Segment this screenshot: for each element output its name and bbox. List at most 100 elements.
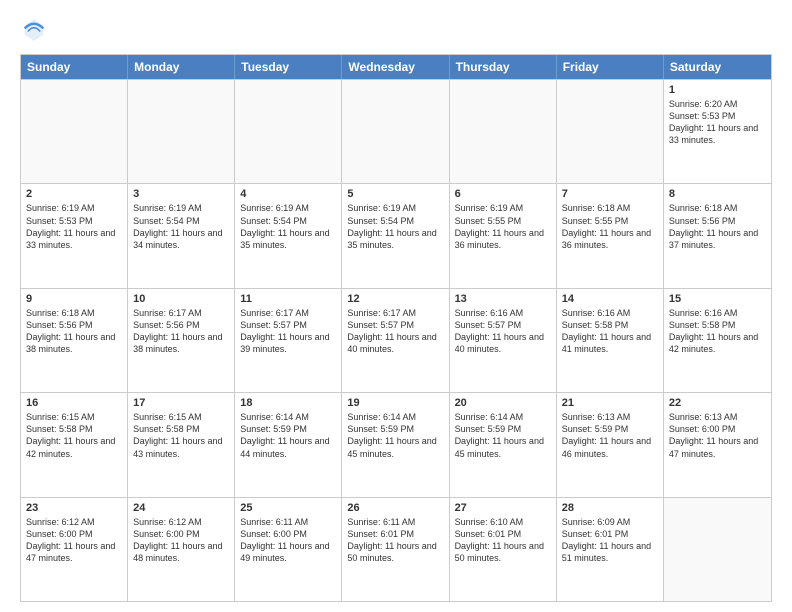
page-header [20, 16, 772, 44]
calendar-cell: 25 Sunrise: 6:11 AM Sunset: 6:00 PM Dayli… [235, 498, 342, 601]
calendar-cell: 20 Sunrise: 6:14 AM Sunset: 5:59 PM Dayli… [450, 393, 557, 496]
calendar-cell: 1 Sunrise: 6:20 AM Sunset: 5:53 PM Daylig… [664, 80, 771, 183]
weekday-header: Wednesday [342, 55, 449, 79]
day-info: Sunrise: 6:19 AM Sunset: 5:54 PM Dayligh… [347, 202, 443, 251]
day-info: Sunrise: 6:12 AM Sunset: 6:00 PM Dayligh… [26, 516, 122, 565]
day-number: 7 [562, 188, 658, 200]
day-number: 8 [669, 188, 766, 200]
weekday-header: Friday [557, 55, 664, 79]
day-info: Sunrise: 6:14 AM Sunset: 5:59 PM Dayligh… [455, 411, 551, 460]
day-info: Sunrise: 6:14 AM Sunset: 5:59 PM Dayligh… [240, 411, 336, 460]
calendar: SundayMondayTuesdayWednesdayThursdayFrid… [20, 54, 772, 602]
day-number: 19 [347, 397, 443, 409]
day-number: 26 [347, 502, 443, 514]
calendar-cell [128, 80, 235, 183]
day-number: 13 [455, 293, 551, 305]
logo-icon [20, 16, 48, 44]
calendar-cell: 10Sunrise: 6:17 AM Sunset: 5:56 PM Dayli… [128, 289, 235, 392]
calendar-cell: 21 Sunrise: 6:13 AM Sunset: 5:59 PM Dayli… [557, 393, 664, 496]
calendar-row: 2 Sunrise: 6:19 AM Sunset: 5:53 PM Daylig… [21, 183, 771, 287]
day-number: 1 [669, 84, 766, 96]
day-number: 22 [669, 397, 766, 409]
day-number: 14 [562, 293, 658, 305]
calendar-cell [21, 80, 128, 183]
day-info: Sunrise: 6:18 AM Sunset: 5:56 PM Dayligh… [26, 307, 122, 356]
calendar-cell: 12 Sunrise: 6:17 AM Sunset: 5:57 PM Dayli… [342, 289, 449, 392]
day-number: 21 [562, 397, 658, 409]
calendar-cell: 19 Sunrise: 6:14 AM Sunset: 5:59 PM Dayli… [342, 393, 449, 496]
day-number: 12 [347, 293, 443, 305]
day-info: Sunrise: 6:16 AM Sunset: 5:58 PM Dayligh… [669, 307, 766, 356]
day-number: 5 [347, 188, 443, 200]
calendar-cell: 8 Sunrise: 6:18 AM Sunset: 5:56 PM Daylig… [664, 184, 771, 287]
calendar-cell: 23Sunrise: 6:12 AM Sunset: 6:00 PM Dayli… [21, 498, 128, 601]
day-number: 18 [240, 397, 336, 409]
day-number: 25 [240, 502, 336, 514]
day-info: Sunrise: 6:16 AM Sunset: 5:57 PM Dayligh… [455, 307, 551, 356]
day-info: Sunrise: 6:18 AM Sunset: 5:55 PM Dayligh… [562, 202, 658, 251]
day-number: 4 [240, 188, 336, 200]
calendar-row: 16 Sunrise: 6:15 AM Sunset: 5:58 PM Dayli… [21, 392, 771, 496]
day-info: Sunrise: 6:11 AM Sunset: 6:00 PM Dayligh… [240, 516, 336, 565]
calendar-cell: 22 Sunrise: 6:13 AM Sunset: 6:00 PM Dayli… [664, 393, 771, 496]
day-number: 9 [26, 293, 122, 305]
calendar-cell: 9 Sunrise: 6:18 AM Sunset: 5:56 PM Daylig… [21, 289, 128, 392]
calendar-cell [342, 80, 449, 183]
calendar-cell: 16 Sunrise: 6:15 AM Sunset: 5:58 PM Dayli… [21, 393, 128, 496]
calendar-cell: 24 Sunrise: 6:12 AM Sunset: 6:00 PM Dayli… [128, 498, 235, 601]
weekday-header: Thursday [450, 55, 557, 79]
calendar-cell [664, 498, 771, 601]
calendar-body: 1 Sunrise: 6:20 AM Sunset: 5:53 PM Daylig… [21, 79, 771, 601]
day-info: Sunrise: 6:12 AM Sunset: 6:00 PM Dayligh… [133, 516, 229, 565]
day-info: Sunrise: 6:18 AM Sunset: 5:56 PM Dayligh… [669, 202, 766, 251]
calendar-cell [235, 80, 342, 183]
day-number: 3 [133, 188, 229, 200]
day-info: Sunrise: 6:16 AM Sunset: 5:58 PM Dayligh… [562, 307, 658, 356]
day-info: Sunrise: 6:17 AM Sunset: 5:57 PM Dayligh… [347, 307, 443, 356]
weekday-header: Monday [128, 55, 235, 79]
calendar-cell: 27 Sunrise: 6:10 AM Sunset: 6:01 PM Dayli… [450, 498, 557, 601]
calendar-cell [557, 80, 664, 183]
day-info: Sunrise: 6:15 AM Sunset: 5:58 PM Dayligh… [133, 411, 229, 460]
day-info: Sunrise: 6:19 AM Sunset: 5:55 PM Dayligh… [455, 202, 551, 251]
calendar-header: SundayMondayTuesdayWednesdayThursdayFrid… [21, 55, 771, 79]
calendar-cell: 14 Sunrise: 6:16 AM Sunset: 5:58 PM Dayli… [557, 289, 664, 392]
calendar-row: 1 Sunrise: 6:20 AM Sunset: 5:53 PM Daylig… [21, 79, 771, 183]
calendar-cell: 18 Sunrise: 6:14 AM Sunset: 5:59 PM Dayli… [235, 393, 342, 496]
calendar-cell: 3 Sunrise: 6:19 AM Sunset: 5:54 PM Daylig… [128, 184, 235, 287]
calendar-row: 9 Sunrise: 6:18 AM Sunset: 5:56 PM Daylig… [21, 288, 771, 392]
day-number: 28 [562, 502, 658, 514]
day-number: 2 [26, 188, 122, 200]
day-info: Sunrise: 6:15 AM Sunset: 5:58 PM Dayligh… [26, 411, 122, 460]
calendar-cell: 11 Sunrise: 6:17 AM Sunset: 5:57 PM Dayli… [235, 289, 342, 392]
day-number: 24 [133, 502, 229, 514]
calendar-cell: 7 Sunrise: 6:18 AM Sunset: 5:55 PM Daylig… [557, 184, 664, 287]
day-info: Sunrise: 6:11 AM Sunset: 6:01 PM Dayligh… [347, 516, 443, 565]
day-info: Sunrise: 6:13 AM Sunset: 6:00 PM Dayligh… [669, 411, 766, 460]
calendar-cell: 2 Sunrise: 6:19 AM Sunset: 5:53 PM Daylig… [21, 184, 128, 287]
day-number: 17 [133, 397, 229, 409]
calendar-cell: 15 Sunrise: 6:16 AM Sunset: 5:58 PM Dayli… [664, 289, 771, 392]
day-number: 6 [455, 188, 551, 200]
weekday-header: Sunday [21, 55, 128, 79]
day-info: Sunrise: 6:19 AM Sunset: 5:54 PM Dayligh… [240, 202, 336, 251]
day-info: Sunrise: 6:19 AM Sunset: 5:53 PM Dayligh… [26, 202, 122, 251]
day-number: 20 [455, 397, 551, 409]
day-info: Sunrise: 6:13 AM Sunset: 5:59 PM Dayligh… [562, 411, 658, 460]
logo [20, 16, 52, 44]
day-info: Sunrise: 6:17 AM Sunset: 5:57 PM Dayligh… [240, 307, 336, 356]
day-info: Sunrise: 6:14 AM Sunset: 5:59 PM Dayligh… [347, 411, 443, 460]
calendar-row: 23Sunrise: 6:12 AM Sunset: 6:00 PM Dayli… [21, 497, 771, 601]
day-info: Sunrise: 6:10 AM Sunset: 6:01 PM Dayligh… [455, 516, 551, 565]
day-number: 11 [240, 293, 336, 305]
calendar-cell: 6 Sunrise: 6:19 AM Sunset: 5:55 PM Daylig… [450, 184, 557, 287]
day-number: 27 [455, 502, 551, 514]
calendar-cell: 5 Sunrise: 6:19 AM Sunset: 5:54 PM Daylig… [342, 184, 449, 287]
weekday-header: Tuesday [235, 55, 342, 79]
day-number: 16 [26, 397, 122, 409]
day-info: Sunrise: 6:20 AM Sunset: 5:53 PM Dayligh… [669, 98, 766, 147]
day-info: Sunrise: 6:19 AM Sunset: 5:54 PM Dayligh… [133, 202, 229, 251]
day-number: 15 [669, 293, 766, 305]
calendar-cell: 13 Sunrise: 6:16 AM Sunset: 5:57 PM Dayli… [450, 289, 557, 392]
day-info: Sunrise: 6:09 AM Sunset: 6:01 PM Dayligh… [562, 516, 658, 565]
